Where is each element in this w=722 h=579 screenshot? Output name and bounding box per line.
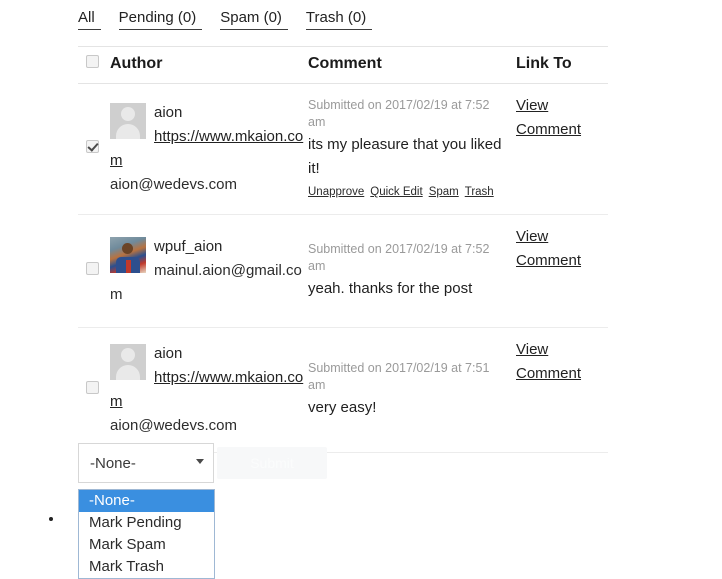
table-body: aion https://www.mkaion.com aion@wedevs.…	[78, 83, 608, 453]
action-unapprove[interactable]: Unapprove	[308, 186, 364, 198]
submitted-timestamp: Submitted on 2017/02/19 at 7:52 am	[308, 98, 490, 129]
bulk-action-selected-value: -None-	[90, 455, 136, 472]
table-row: aion https://www.mkaion.com aion@wedevs.…	[78, 83, 608, 215]
row-checkbox[interactable]	[86, 381, 99, 394]
option-mark-pending[interactable]: Mark Pending	[79, 512, 214, 534]
bulk-actions-bar: -None- Submit	[78, 443, 618, 483]
author-cell: aion https://www.mkaion.com aion@wedevs.…	[110, 327, 308, 453]
default-avatar-icon	[110, 344, 146, 380]
status-filter-tabs: All Pending (0) Spam (0) Trash (0)	[78, 8, 373, 30]
select-all-checkbox[interactable]	[86, 55, 99, 68]
table-row: wpuf_aion mainul.aion@gmail.com Submitte…	[78, 214, 608, 328]
link-to-cell: View Comment	[516, 327, 608, 453]
action-quick-edit[interactable]: Quick Edit	[370, 186, 422, 198]
row-actions: Unapprove Quick Edit Spam Trash	[308, 184, 506, 201]
view-comment-link[interactable]: View Comment	[516, 97, 581, 138]
comment-cell: Submitted on 2017/02/19 at 7:52 am its m…	[308, 83, 516, 215]
bulk-action-dropdown-options: -None- Mark Pending Mark Spam Mark Trash	[78, 489, 215, 579]
comment-cell: Submitted on 2017/02/19 at 7:52 am yeah.…	[308, 214, 516, 328]
tab-spam[interactable]: Spam (0)	[220, 8, 288, 30]
row-checkbox-cell	[78, 214, 110, 328]
comment-cell: Submitted on 2017/02/19 at 7:51 am very …	[308, 327, 516, 453]
row-checkbox-cell	[78, 327, 110, 453]
link-to-cell: View Comment	[516, 214, 608, 328]
author-email: aion@wedevs.com	[110, 417, 237, 434]
author-name: wpuf_aion	[154, 238, 223, 255]
row-checkbox-cell	[78, 83, 110, 215]
author-cell: wpuf_aion mainul.aion@gmail.com	[110, 214, 308, 328]
option-none[interactable]: -None-	[79, 490, 214, 512]
chevron-down-icon	[196, 459, 204, 464]
photo-avatar-icon	[110, 237, 146, 273]
column-header-author[interactable]: Author	[110, 46, 308, 84]
comment-text: its my pleasure that you liked it!	[308, 136, 502, 177]
tab-all[interactable]: All	[78, 8, 101, 30]
table-row: aion https://www.mkaion.com aion@wedevs.…	[78, 327, 608, 453]
column-header-comment[interactable]: Comment	[308, 46, 516, 84]
submitted-timestamp: Submitted on 2017/02/19 at 7:51 am	[308, 361, 490, 392]
select-all-header	[78, 46, 110, 84]
default-avatar-icon	[110, 103, 146, 139]
table-header: Author Comment Link To	[78, 46, 608, 84]
link-to-cell: View Comment	[516, 83, 608, 215]
table-header-row: Author Comment Link To	[78, 46, 608, 84]
row-checkbox[interactable]	[86, 140, 99, 153]
option-mark-spam[interactable]: Mark Spam	[79, 534, 214, 556]
view-comment-link[interactable]: View Comment	[516, 341, 581, 382]
comment-text: very easy!	[308, 399, 377, 416]
comment-text: yeah. thanks for the post	[308, 280, 473, 297]
bulk-action-select[interactable]: -None-	[78, 443, 214, 483]
view-comment-link[interactable]: View Comment	[516, 228, 581, 269]
stray-bullet-list	[40, 508, 64, 529]
submitted-timestamp: Submitted on 2017/02/19 at 7:52 am	[308, 242, 490, 273]
action-trash[interactable]: Trash	[465, 186, 494, 198]
submit-button[interactable]: Submit	[217, 447, 327, 479]
column-header-link-to[interactable]: Link To	[516, 46, 608, 84]
tab-pending[interactable]: Pending (0)	[118, 8, 203, 30]
row-checkbox[interactable]	[86, 262, 99, 275]
author-name: aion	[154, 104, 183, 121]
comments-table: Author Comment Link To aion https://www.…	[78, 46, 608, 453]
author-cell: aion https://www.mkaion.com aion@wedevs.…	[110, 83, 308, 215]
author-email: aion@wedevs.com	[110, 176, 237, 193]
tab-trash[interactable]: Trash (0)	[305, 8, 373, 30]
author-name: aion	[154, 345, 183, 362]
action-spam[interactable]: Spam	[429, 186, 459, 198]
